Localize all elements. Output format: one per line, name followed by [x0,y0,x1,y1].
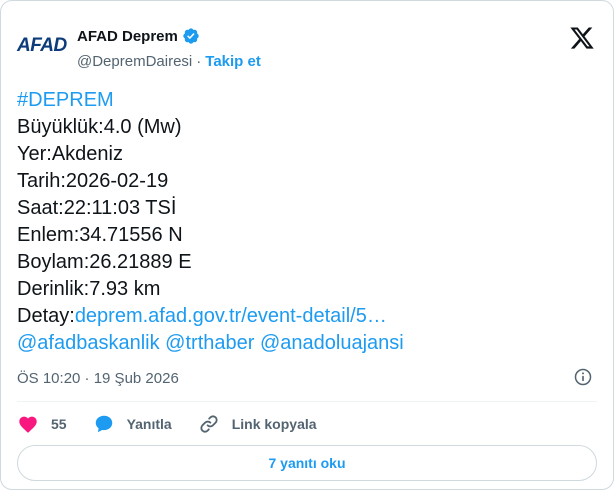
longitude-line: Boylam:26.21889 E [17,251,192,273]
handle[interactable]: @DepremDairesi [77,53,192,70]
read-replies-label: 7 yanıtı oku [268,455,346,471]
mentions-line: @afadbaskanlik @trthaber @anadoluajansi [17,330,597,357]
info-icon[interactable] [573,367,593,387]
display-name[interactable]: AFAD Deprem [77,28,178,45]
link-icon [200,415,218,433]
follow-button[interactable]: Takip et [205,53,261,70]
avatar[interactable]: AFAD [17,33,71,59]
reply-bubble-icon [95,415,112,433]
time-line: Saat:22:11:03 TSİ [17,197,177,219]
tweet-header: AFAD AFAD Deprem @DepremDairesi · Takip … [17,23,597,73]
reply-label: Yanıtla [126,416,172,432]
location-line: Yer:Akdeniz [17,143,123,165]
divider [17,401,597,402]
heart-icon [19,416,37,433]
detail-link[interactable]: deprem.afad.gov.tr/event-detail/5… [75,305,387,327]
latitude-line: Enlem:34.71556 N [17,224,183,246]
read-replies-button[interactable]: 7 yanıtı oku [17,445,597,481]
copy-link-button[interactable]: Link kopyala [198,413,317,435]
hashtag-link[interactable]: #DEPREM [17,89,114,111]
depth-line: Derinlik:7.93 km [17,278,161,300]
like-count: 55 [51,416,67,432]
timestamp-link[interactable]: ÖS 10:20 · 19 Şub 2026 [17,370,179,387]
mention-link[interactable]: @afadbaskanlik [17,332,160,354]
tweet-text: #DEPREM Büyüklük:4.0 (Mw) Yer:Akdeniz Ta… [17,87,597,357]
detail-label: Detay: [17,305,75,327]
mention-link[interactable]: @anadoluajansi [260,332,404,354]
detail-line: Detay:deprem.afad.gov.tr/event-detail/5… [17,303,597,330]
copy-link-label: Link kopyala [231,416,317,432]
author-info: AFAD Deprem @DepremDairesi · Takip et [77,25,261,71]
action-bar: 55 Yanıtla Link kopyala [17,411,343,437]
like-button[interactable]: 55 [17,413,67,435]
magnitude-line: Büyüklük:4.0 (Mw) [17,116,182,138]
separator: · [196,53,202,70]
tweet-embed-card: AFAD AFAD Deprem @DepremDairesi · Takip … [0,0,614,490]
verified-badge-icon [183,28,199,44]
reply-button[interactable]: Yanıtla [93,413,172,435]
tweet-meta: ÖS 10:20 · 19 Şub 2026 [17,367,597,389]
afad-logo: AFAD [17,35,67,56]
x-logo-icon[interactable] [569,25,595,51]
mention-link[interactable]: @trthaber [165,332,254,354]
date-line: Tarih:2026-02-19 [17,170,169,192]
